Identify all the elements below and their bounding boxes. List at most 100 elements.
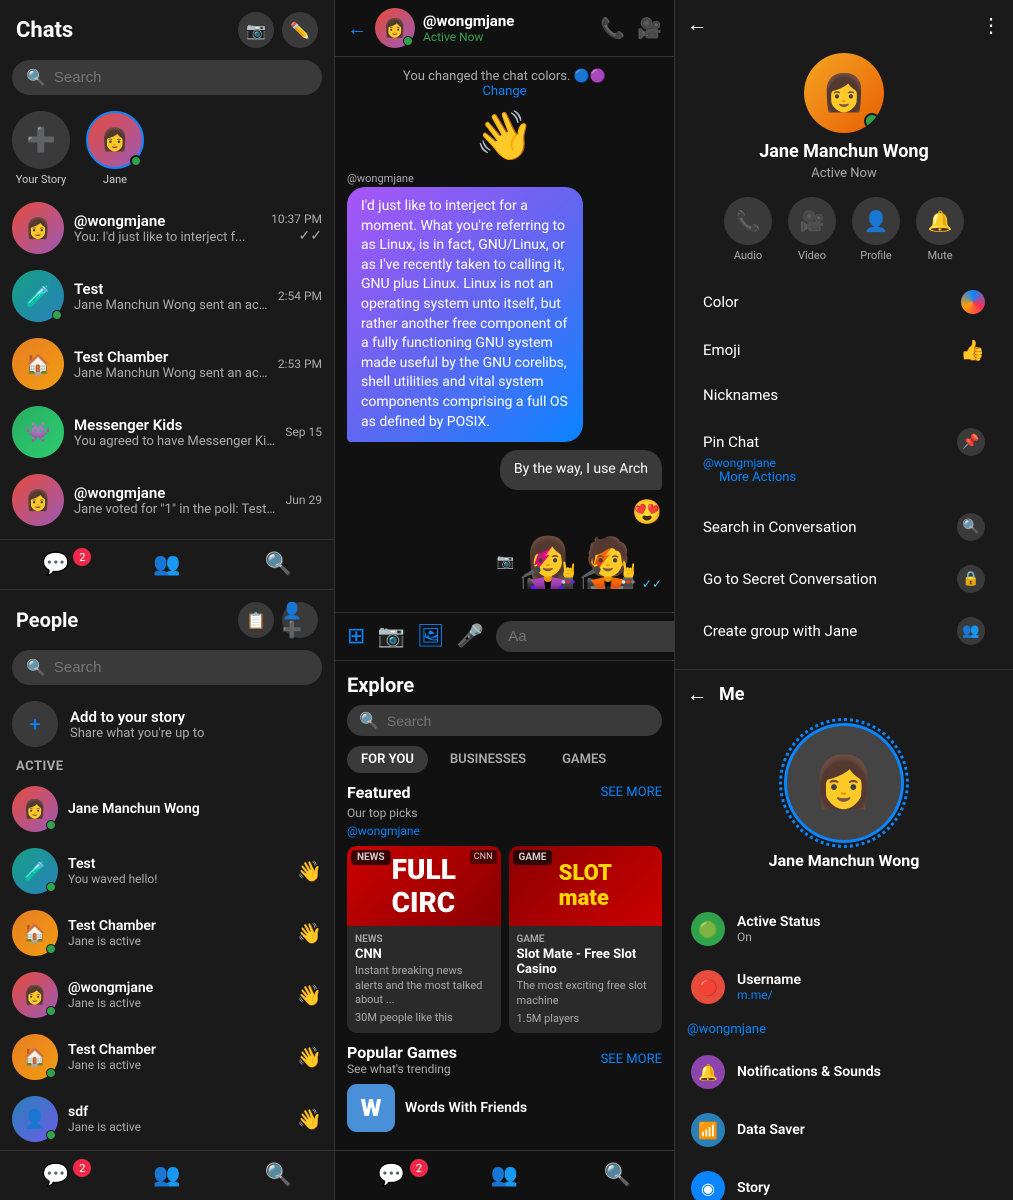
chats-list: 👩 @wongmjane You: I'd just like to inter… [0,194,334,539]
active-status-icon: 🟢 [691,912,725,946]
chat-item-messenger-kids[interactable]: 👾 Messenger Kids You agreed to have Mess… [0,398,334,466]
video-call-button[interactable]: 🎥 Video [788,197,836,262]
tab-businesses[interactable]: BUSINESSES [436,746,540,773]
words-with-friends-row[interactable]: W Words With Friends [347,1078,662,1138]
middle-nav-chats[interactable]: 💬 2 [335,1159,448,1192]
right-back-button[interactable]: ← [687,12,707,37]
chats-search-bar[interactable]: 🔍 [12,60,322,95]
chat-header-online [403,36,413,46]
online-testchamber [46,944,56,954]
wave-button-testchamber[interactable]: 👋 [297,921,322,945]
tab-for-you[interactable]: FOR YOU [347,746,428,773]
people-item-testchamber[interactable]: 🏠 Test Chamber Jane is active 👋 [0,902,334,964]
contact-online-indicator [864,113,880,129]
wave-button-wongmjane[interactable]: 👋 [297,983,322,1007]
secret-conversation-setting[interactable]: Go to Secret Conversation 🔒 [687,553,1001,605]
explore-card-slot[interactable]: GAME SLOTmate GAME Slot Mate - Free Slot… [509,846,663,1033]
people-nav-people[interactable]: 👥 [111,1159,222,1192]
video-button[interactable]: 🎥 [637,16,662,40]
photo-icon[interactable]: 🖼 [417,624,445,649]
change-link[interactable]: Change [482,84,526,99]
jane-story-avatar-wrap: 👩 [86,111,144,169]
middle-nav-discover[interactable]: 🔍 [561,1159,674,1192]
online-jane [46,820,56,830]
username-setting[interactable]: 🔴 Username m.me/ [687,960,1001,1014]
mic-icon[interactable]: 🎤 [457,624,484,649]
edit-button[interactable]: ✏️ [282,12,318,48]
mute-button[interactable]: 🔔 Mute [916,197,964,262]
people-info-testchamber-2: Test Chamber Jane is active [68,1042,287,1072]
data-saver-icon: 📶 [691,1113,725,1147]
nav-discover[interactable]: 🔍 [223,548,334,581]
chat-back-button[interactable]: ← [347,16,367,41]
left-panel: Chats 📷 ✏️ 🔍 ➕ Your Story 👩 [0,0,335,1200]
people-item-test[interactable]: 🧪 Test You waved hello! 👋 [0,840,334,902]
more-actions-link[interactable]: More Actions [703,470,812,489]
data-saver-setting[interactable]: 📶 Data Saver [687,1103,1001,1157]
username-label: Username m.me/ [737,972,997,1002]
people-name-testchamber-2: Test Chamber [68,1042,287,1058]
popular-see-more[interactable]: SEE MORE [601,1052,662,1067]
me-back-button[interactable]: ← [687,682,707,707]
featured-see-more[interactable]: SEE MORE [601,785,662,800]
story-setting[interactable]: ◉ Story [687,1161,1001,1200]
your-story-item[interactable]: ➕ Your Story [12,111,70,186]
chat-item-test[interactable]: 🧪 Test Jane Manchun Wong sent an actio..… [0,262,334,330]
create-group-setting[interactable]: Create group with Jane 👥 [687,605,1001,657]
right-more-button[interactable]: ⋮ [981,13,1001,37]
add-story-row[interactable]: + Add to your story Share what you're up… [0,693,334,755]
chat-item-testchamber[interactable]: 🏠 Test Chamber Jane Manchun Wong sent an… [0,330,334,398]
chats-nav-icon: 💬 [42,552,69,577]
data-saver-name: Data Saver [737,1122,997,1138]
camera-chat-icon[interactable]: 📷 [377,624,404,649]
explore-search-input[interactable] [387,713,650,729]
grid-icon[interactable]: ⊞ [347,624,365,649]
story-row: ➕ Your Story 👩 Jane [0,103,334,194]
color-setting[interactable]: Color [687,278,1001,326]
chat-item-wongmjane-2[interactable]: 👩 @wongmjane Jane voted for "1" in the p… [0,466,334,534]
me-profile: 👩 Jane Manchun Wong [687,723,1001,886]
active-status-setting[interactable]: 🟢 Active Status On [687,902,1001,956]
nav-chats[interactable]: 💬 2 [0,548,111,581]
notifications-setting[interactable]: 🔔 Notifications & Sounds [687,1045,1001,1099]
chats-search-input[interactable] [54,69,308,86]
pin-chat-setting[interactable]: Pin Chat 📌 @wongmjane More Actions [687,416,1001,501]
add-person-button[interactable]: 👤➕ [282,602,318,638]
cnn-card-image: NEWS FULLCIRC CNN [347,846,501,926]
chat-info-wongmjane-2: @wongmjane Jane voted for "1" in the pol… [74,484,276,517]
nicknames-setting[interactable]: Nicknames [687,374,1001,416]
wave-button-testchamber-2[interactable]: 👋 [297,1045,322,1069]
people-item-wongmjane[interactable]: 👩 @wongmjane Jane is active 👋 [0,964,334,1026]
add-story-button[interactable]: ➕ [12,111,70,169]
chat-time-testchamber: 2:53 PM [278,357,322,371]
phone-button[interactable]: 📞 [600,16,625,40]
chat-item-wongmjane-1[interactable]: 👩 @wongmjane You: I'd just like to inter… [0,194,334,262]
audio-call-button[interactable]: 📞 Audio [724,197,772,262]
profile-button[interactable]: 👤 Profile [852,197,900,262]
tab-games[interactable]: GAMES [548,746,620,773]
people-bottom-nav: 💬 2 👥 🔍 [0,1150,334,1200]
people-item-testchamber-2[interactable]: 🏠 Test Chamber Jane is active 👋 [0,1026,334,1088]
jane-story-item[interactable]: 👩 Jane [86,111,144,186]
sticker-message: 👩‍🎤🧑‍🎤 [518,534,638,591]
people-item-jane[interactable]: 👩 Jane Manchun Wong [0,778,334,840]
people-nav-discover[interactable]: 🔍 [223,1159,334,1192]
explore-card-cnn[interactable]: NEWS FULLCIRC CNN NEWS CNN Instant break… [347,846,501,1033]
profile-label: Profile [860,249,891,262]
chat-name-messenger-kids: Messenger Kids [74,416,275,434]
chats-badge: 2 [73,548,91,566]
wave-button-sdf[interactable]: 👋 [297,1107,322,1131]
chat-input-icons: ⊞ 📷 🖼 🎤 😊 👍 [347,621,662,652]
emoji-setting[interactable]: Emoji 👍 [687,326,1001,374]
people-item-sdf[interactable]: 👤 sdf Jane is active 👋 [0,1088,334,1150]
nav-people[interactable]: 👥 [111,548,222,581]
contacts-button[interactable]: 📋 [238,602,274,638]
explore-search-bar[interactable]: 🔍 [347,705,662,736]
people-nav-chats[interactable]: 💬 2 [0,1159,111,1192]
people-search-input[interactable] [54,659,308,676]
wave-button-test[interactable]: 👋 [297,859,322,883]
camera-button[interactable]: 📷 [238,12,274,48]
middle-nav-people[interactable]: 👥 [448,1159,561,1192]
people-search-bar[interactable]: 🔍 [12,650,322,685]
search-conversation-setting[interactable]: Search in Conversation 🔍 [687,501,1001,553]
